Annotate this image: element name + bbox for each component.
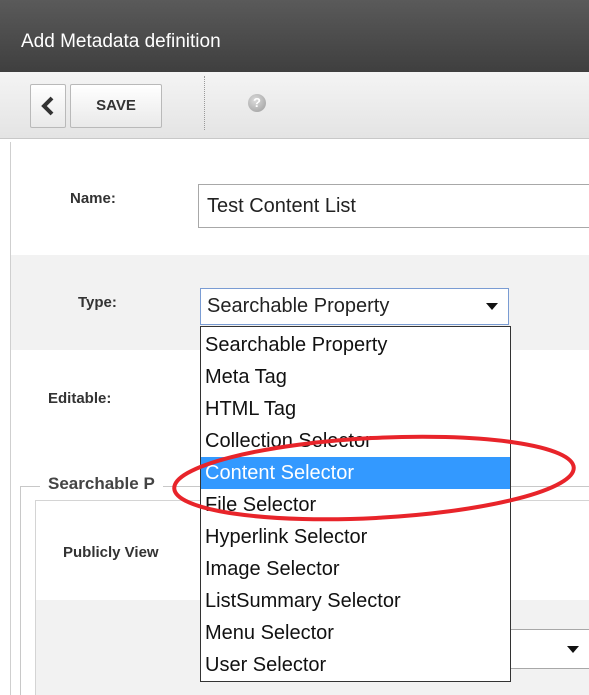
- chevron-left-icon: [41, 96, 54, 116]
- editable-label: Editable:: [48, 390, 112, 407]
- toolbar-separator: [204, 76, 205, 130]
- page: Add Metadata definition SAVE ? Name: Tes…: [0, 0, 589, 695]
- dropdown-option[interactable]: File Selector: [201, 489, 510, 521]
- help-icon[interactable]: ?: [248, 94, 266, 112]
- searchable-legend: Searchable P: [40, 474, 163, 494]
- window-title: Add Metadata definition: [21, 31, 221, 52]
- type-select-value: Searchable Property: [207, 295, 390, 317]
- dropdown-option-highlighted[interactable]: Content Selector: [201, 457, 510, 489]
- save-button[interactable]: SAVE: [70, 84, 162, 128]
- publicly-viewable-label: Publicly View: [63, 544, 159, 561]
- back-button[interactable]: [30, 84, 66, 128]
- dropdown-option[interactable]: HTML Tag: [201, 393, 510, 425]
- title-bar: Add Metadata definition: [0, 0, 589, 72]
- dropdown-option[interactable]: Collection Selector: [201, 425, 510, 457]
- chevron-down-icon: [486, 303, 498, 310]
- name-label: Name:: [70, 190, 116, 207]
- dropdown-option[interactable]: User Selector: [201, 649, 510, 681]
- dropdown-option[interactable]: Searchable Property: [201, 329, 510, 361]
- type-label: Type:: [78, 294, 117, 311]
- dropdown-option[interactable]: Menu Selector: [201, 617, 510, 649]
- type-select[interactable]: Searchable Property: [200, 288, 509, 325]
- name-input[interactable]: Test Content List: [198, 184, 589, 228]
- chevron-down-icon: [567, 646, 579, 653]
- dropdown-option[interactable]: ListSummary Selector: [201, 585, 510, 617]
- dropdown-option[interactable]: Hyperlink Selector: [201, 521, 510, 553]
- dropdown-option[interactable]: Meta Tag: [201, 361, 510, 393]
- dropdown-option[interactable]: Image Selector: [201, 553, 510, 585]
- type-dropdown-list: Searchable Property Meta Tag HTML Tag Co…: [200, 326, 511, 682]
